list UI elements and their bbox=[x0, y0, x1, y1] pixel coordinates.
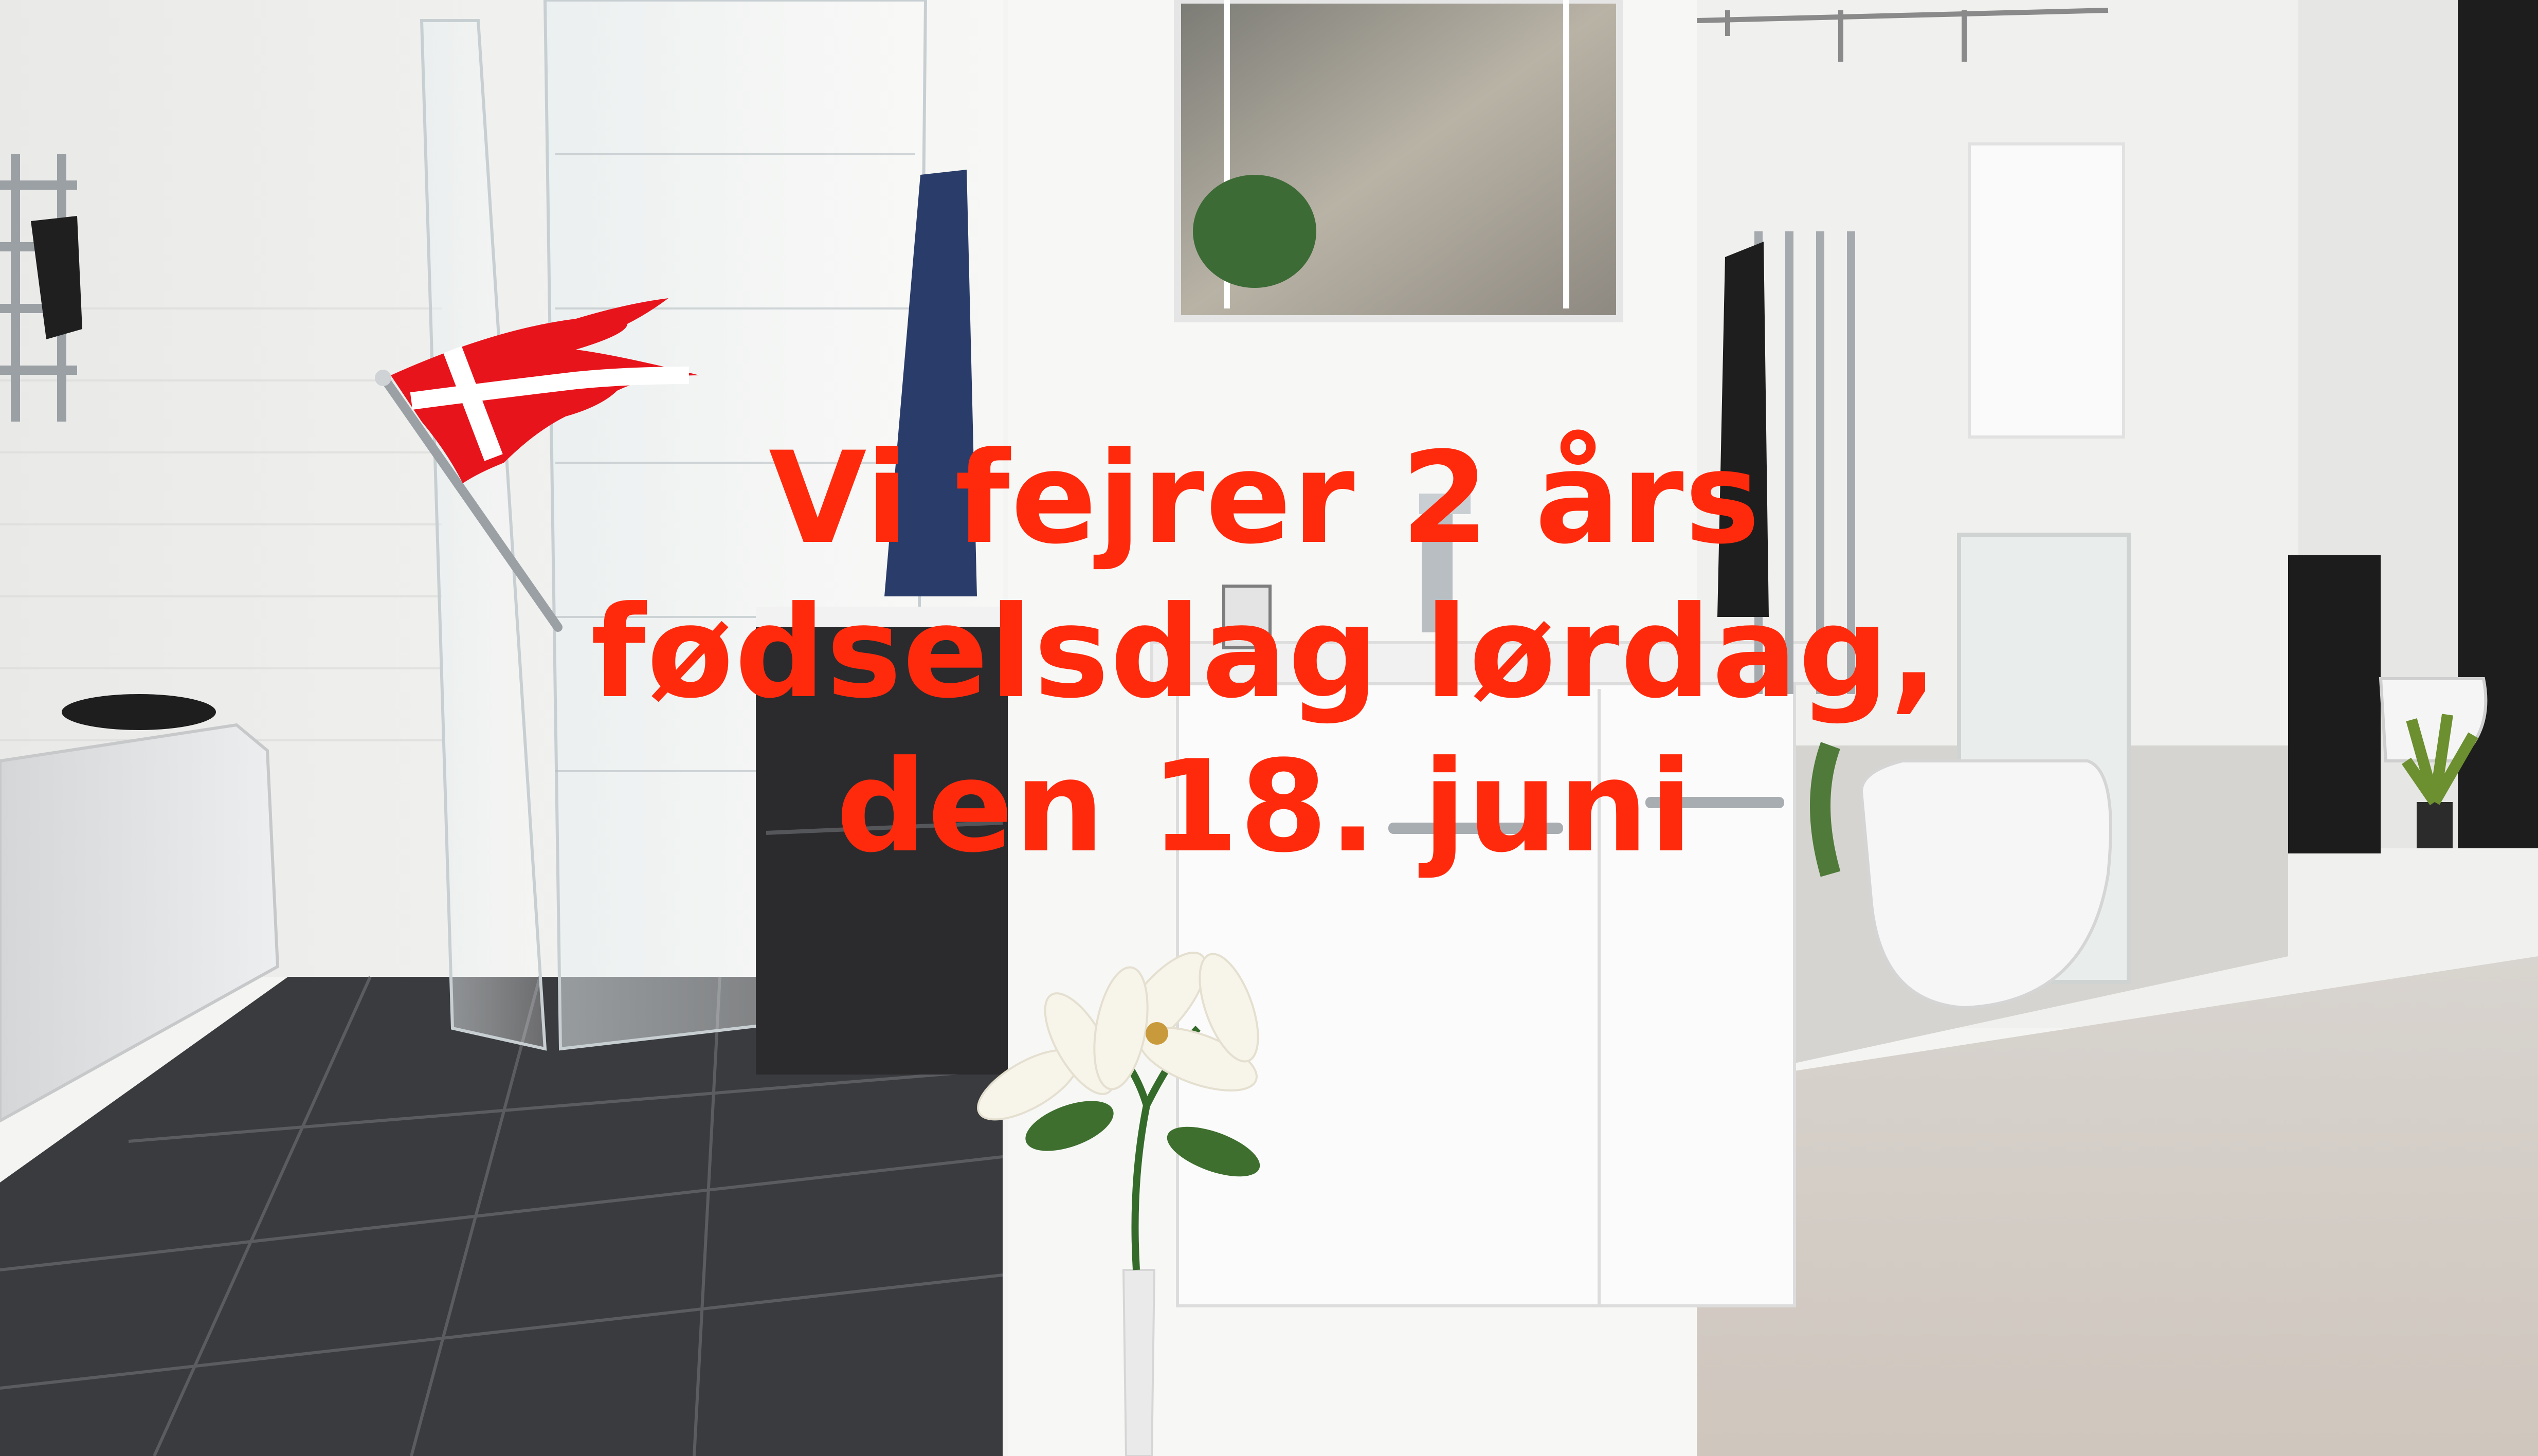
dark-wall-panel bbox=[2288, 555, 2381, 853]
headline-line-3: den 18. juni bbox=[836, 734, 1694, 881]
celebration-headline: Vi fejrer 2 års fødselsdag lørdag, den 1… bbox=[391, 422, 2139, 884]
wall-cabinet bbox=[1968, 142, 2125, 439]
soap-dish bbox=[62, 694, 216, 730]
headline-line-2: fødselsdag lørdag, bbox=[590, 579, 1939, 726]
headline-line-1: Vi fejrer 2 års bbox=[769, 425, 1761, 572]
plant-pot bbox=[2417, 802, 2453, 848]
showroom-photo: Vi fejrer 2 års fødselsdag lørdag, den 1… bbox=[0, 0, 2538, 1456]
glass-vase bbox=[1122, 1269, 1156, 1456]
